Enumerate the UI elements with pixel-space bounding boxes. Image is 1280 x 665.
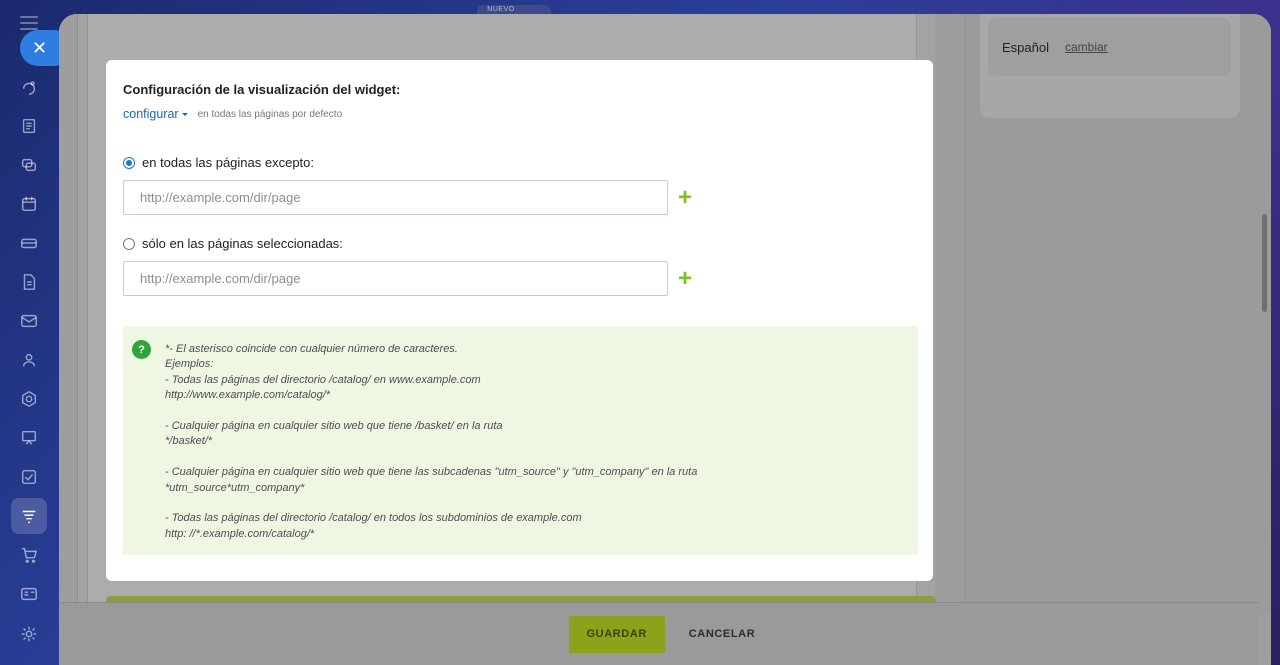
help-box: ? *- El asterisco coincide con cualquier…: [123, 326, 918, 555]
help-line: */basket/*: [165, 435, 213, 448]
modal-title: Configuración de la visualización del wi…: [123, 82, 401, 97]
add-except-url-button[interactable]: +: [678, 185, 692, 210]
mail-icon[interactable]: [18, 310, 40, 332]
caret-down-icon: [181, 113, 188, 116]
tasks-icon[interactable]: [18, 115, 40, 137]
settings-icon[interactable]: [18, 623, 40, 645]
help-line: *utm_source*utm_company*: [165, 481, 305, 494]
only-url-input[interactable]: [123, 261, 668, 296]
close-icon: ✕: [32, 37, 48, 58]
presentation-icon[interactable]: [18, 427, 40, 449]
document-icon[interactable]: [18, 271, 40, 293]
storage-icon[interactable]: [18, 232, 40, 254]
help-line: http://www.example.com/catalog/*: [165, 389, 331, 402]
help-line: Ejemplos:: [165, 358, 214, 371]
sparkle-icon[interactable]: [18, 76, 40, 98]
cancel-button[interactable]: CANCELAR: [681, 628, 764, 640]
users-icon[interactable]: [18, 349, 40, 371]
calendar-icon[interactable]: [18, 193, 40, 215]
help-line: [165, 450, 918, 465]
language-label: Español: [1002, 39, 1049, 55]
help-line: [165, 404, 918, 419]
help-line: - Cualquier página en cualquier sitio we…: [165, 466, 698, 479]
option-except-label: en todas las páginas excepto:: [142, 155, 315, 170]
save-button[interactable]: GUARDAR: [568, 615, 665, 653]
chat-icon[interactable]: [18, 154, 40, 176]
configure-hint: en todas las páginas por defecto: [197, 108, 343, 120]
change-language-link[interactable]: cambiar: [1065, 40, 1108, 54]
help-line: - Todas las páginas del directorio /cata…: [165, 373, 481, 386]
filter-icon[interactable]: [11, 498, 47, 534]
menu-icon[interactable]: [20, 16, 38, 30]
footer-bar: GUARDAR CANCELAR: [59, 602, 1259, 665]
configure-dropdown[interactable]: configurar: [123, 107, 192, 121]
help-line: - Cualquier página en cualquier sitio we…: [165, 420, 503, 433]
scrollbar[interactable]: [1262, 214, 1267, 312]
help-line: http: //*.example.com/catalog/*: [165, 527, 315, 540]
help-line: *- El asterisco coincide con cualquier n…: [165, 343, 458, 355]
option-except[interactable]: en todas las páginas excepto:: [123, 155, 916, 170]
id-card-icon[interactable]: [18, 583, 40, 605]
hexagon-icon[interactable]: [18, 388, 40, 410]
cart-icon[interactable]: [18, 544, 40, 566]
widget-display-settings-modal: Configuración de la visualización del wi…: [106, 60, 933, 581]
help-icon: ?: [132, 340, 151, 359]
option-only[interactable]: sólo en las páginas seleccionadas:: [123, 236, 916, 251]
except-url-input[interactable]: [123, 180, 668, 215]
help-line: [165, 496, 918, 511]
option-only-label: sólo en las páginas seleccionadas:: [142, 236, 343, 251]
checkbox-icon[interactable]: [18, 466, 40, 488]
help-line: - Todas las páginas del directorio /cata…: [165, 512, 582, 525]
language-selector: Español cambiar: [988, 18, 1231, 76]
configure-label: configurar: [123, 107, 179, 121]
radio-except[interactable]: [123, 156, 135, 169]
radio-only[interactable]: [123, 237, 135, 250]
add-only-url-button[interactable]: +: [678, 266, 692, 291]
